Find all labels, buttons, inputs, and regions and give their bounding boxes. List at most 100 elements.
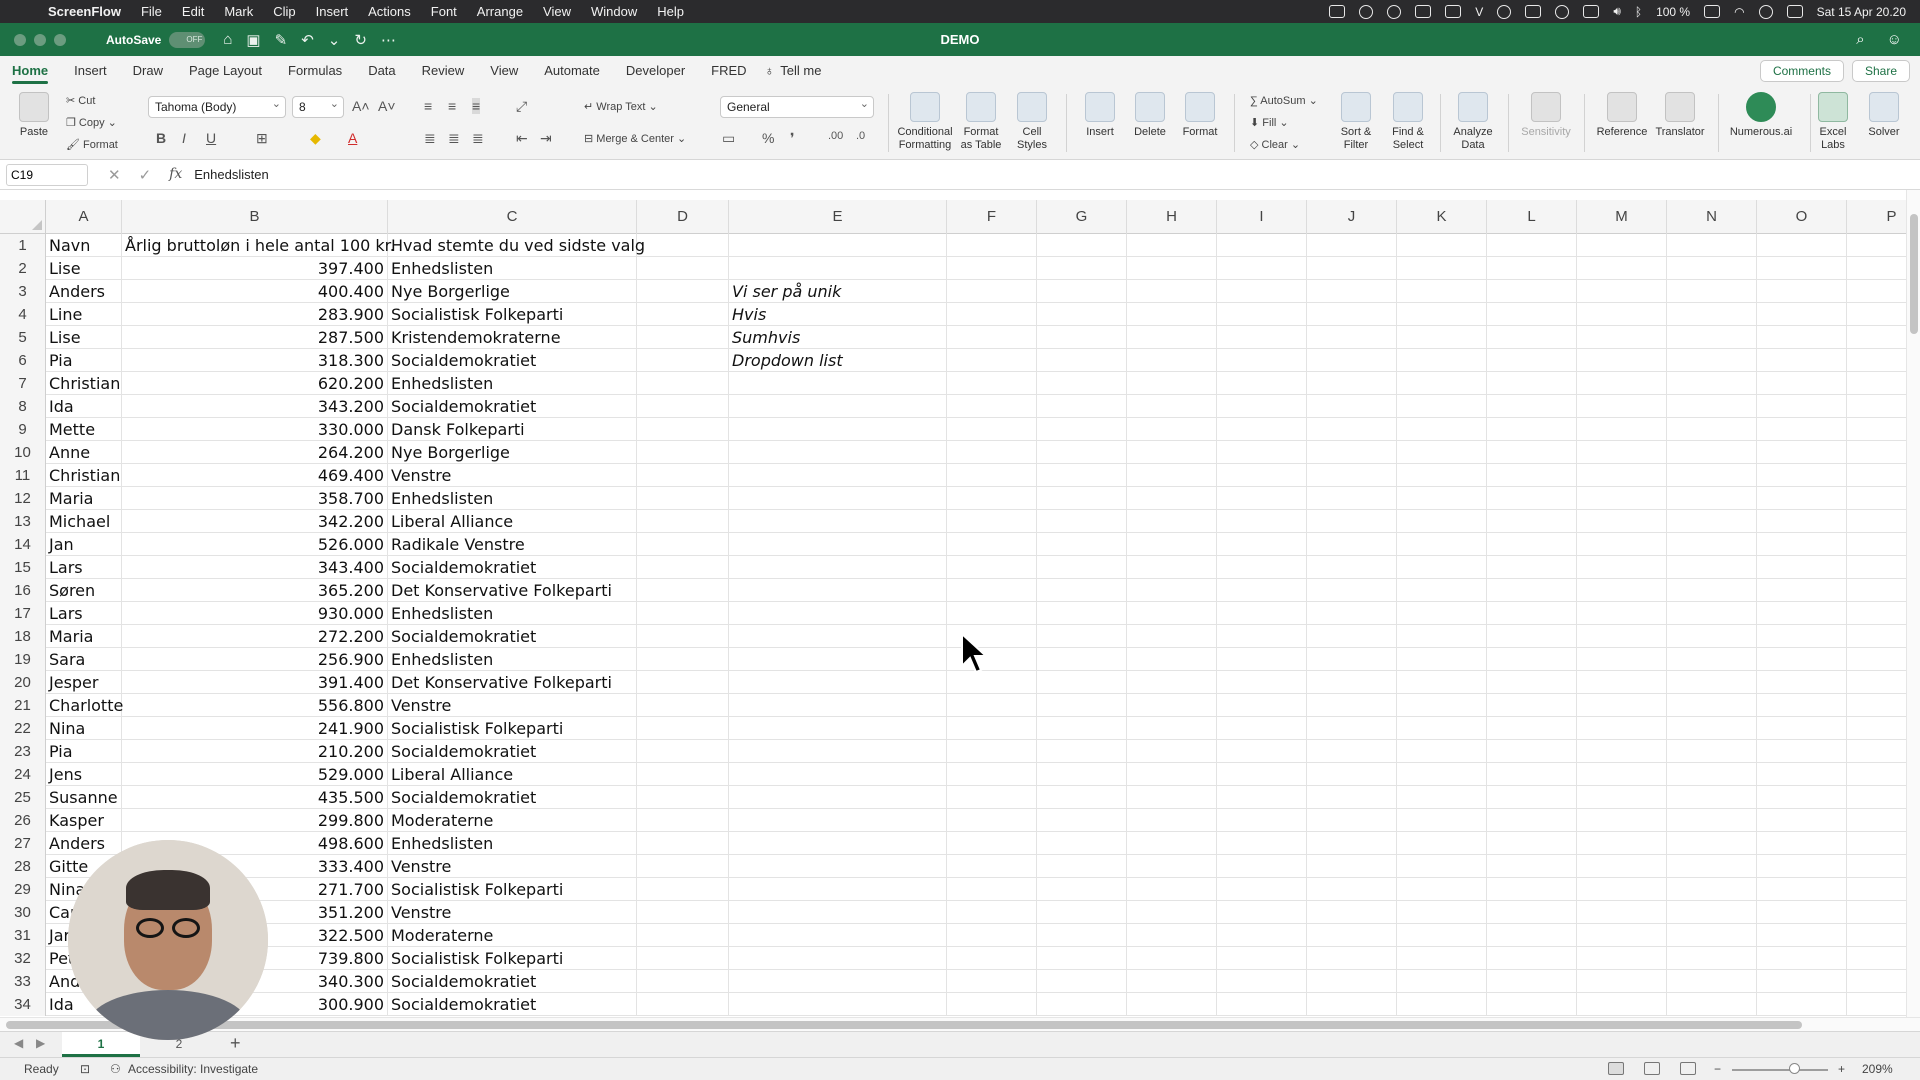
grid-cell[interactable]	[1487, 993, 1577, 1016]
grid-cell[interactable]	[1127, 878, 1217, 901]
menu-font[interactable]: Font	[431, 4, 457, 19]
grid-cell[interactable]	[1037, 234, 1127, 257]
grid-cell[interactable]	[1667, 602, 1757, 625]
menu-file[interactable]: File	[141, 4, 162, 19]
tab-data[interactable]: Data	[368, 56, 395, 86]
grid-cell[interactable]	[1577, 924, 1667, 947]
column-header[interactable]: A	[46, 200, 122, 234]
grid-cell[interactable]	[1217, 832, 1307, 855]
grid-cell[interactable]	[637, 418, 729, 441]
name-box[interactable]: C19	[6, 163, 88, 186]
grid-cell[interactable]	[1307, 924, 1397, 947]
zoom-in-icon[interactable]: +	[1838, 1062, 1845, 1076]
menu-mark[interactable]: Mark	[224, 4, 253, 19]
grid-cell[interactable]	[1757, 717, 1847, 740]
column-header[interactable]: G	[1037, 200, 1127, 234]
grid-cell[interactable]	[1127, 694, 1217, 717]
grid-cell[interactable]	[637, 280, 729, 303]
cell-name[interactable]: Ida	[46, 395, 122, 418]
grid-cell[interactable]	[1307, 602, 1397, 625]
window-zoom-button[interactable]	[54, 33, 66, 46]
grid-cell[interactable]	[1667, 533, 1757, 556]
grid-cell[interactable]	[1577, 809, 1667, 832]
row-header[interactable]: 22	[0, 717, 46, 740]
increase-decimal-icon[interactable]: .00	[828, 130, 843, 142]
grid-cell[interactable]	[1577, 625, 1667, 648]
tab-review[interactable]: Review	[422, 56, 465, 86]
grid-cell[interactable]	[1487, 786, 1577, 809]
grid-cell[interactable]	[1577, 970, 1667, 993]
grid-cell[interactable]	[1217, 970, 1307, 993]
column-header[interactable]: B	[122, 200, 388, 234]
grid-cell[interactable]	[1307, 395, 1397, 418]
grid-cell[interactable]	[1667, 832, 1757, 855]
cell-vote[interactable]: Nye Borgerlige	[388, 441, 637, 464]
comma-style-icon[interactable]: ❜	[790, 130, 795, 147]
cell-salary[interactable]: 343.400	[122, 556, 388, 579]
grid-cell[interactable]	[1307, 694, 1397, 717]
cell-name[interactable]: Kasper	[46, 809, 122, 832]
volume-icon[interactable]: 🔊︎	[1613, 4, 1621, 19]
grid-cell[interactable]	[1127, 280, 1217, 303]
grid-cell[interactable]	[1397, 579, 1487, 602]
grid-cell[interactable]	[637, 947, 729, 970]
grid-cell[interactable]	[1217, 717, 1307, 740]
merge-center-button[interactable]: ⊟ Merge & Center ⌄	[584, 132, 686, 145]
grid-cell[interactable]	[637, 349, 729, 372]
grid-cell[interactable]	[1667, 694, 1757, 717]
column-header[interactable]: J	[1307, 200, 1397, 234]
grid-cell[interactable]	[1397, 280, 1487, 303]
grid-cell[interactable]	[1487, 901, 1577, 924]
grid-cell[interactable]	[1487, 303, 1577, 326]
grid-cell[interactable]	[1397, 786, 1487, 809]
grid-cell[interactable]	[1757, 395, 1847, 418]
grid-cell[interactable]	[1757, 625, 1847, 648]
cell-vote[interactable]: Det Konservative Folkeparti	[388, 671, 637, 694]
save-icon[interactable]: ▣	[246, 31, 260, 49]
format-painter-button[interactable]: 🖌︎ Format	[66, 138, 118, 151]
page-layout-view-icon[interactable]	[1644, 1062, 1660, 1075]
cell-salary[interactable]: 365.200	[122, 579, 388, 602]
grid-cell[interactable]	[1307, 372, 1397, 395]
row-header[interactable]: 7	[0, 372, 46, 395]
row-header[interactable]: 1	[0, 234, 46, 257]
grid-cell[interactable]	[947, 947, 1037, 970]
cell-vote[interactable]: Radikale Venstre	[388, 533, 637, 556]
chevron-down-icon[interactable]: ⌄	[328, 31, 341, 49]
grid-cell[interactable]	[729, 855, 947, 878]
column-header[interactable]: E	[729, 200, 947, 234]
accessibility-status[interactable]: Accessibility: Investigate	[128, 1062, 258, 1076]
grid-cell[interactable]	[637, 763, 729, 786]
grid-cell[interactable]	[729, 533, 947, 556]
cell-salary[interactable]: 210.200	[122, 740, 388, 763]
grid-cell[interactable]	[1307, 326, 1397, 349]
grid-cell[interactable]	[1037, 533, 1127, 556]
row-header[interactable]: 9	[0, 418, 46, 441]
grid-cell[interactable]	[1217, 924, 1307, 947]
window-close-button[interactable]	[14, 33, 26, 46]
grid-cell[interactable]	[1577, 441, 1667, 464]
grid-cell[interactable]	[1667, 234, 1757, 257]
cut-button[interactable]: ✂ Cut	[66, 94, 95, 107]
grid-cell[interactable]	[1037, 993, 1127, 1016]
grid-cell[interactable]	[1577, 303, 1667, 326]
menu-app-name[interactable]: ScreenFlow	[48, 4, 121, 19]
cell-name[interactable]: Lise	[46, 257, 122, 280]
cell-name[interactable]: Susanne	[46, 786, 122, 809]
sensitivity-button[interactable]: Sensitivity	[1518, 92, 1574, 139]
fill-button[interactable]: ⬇ Fill ⌄	[1250, 116, 1289, 129]
grid-cell[interactable]	[1127, 924, 1217, 947]
grid-cell[interactable]	[1577, 533, 1667, 556]
font-size-select[interactable]: 8	[292, 94, 344, 118]
find-select-button[interactable]: Find & Select	[1386, 92, 1430, 152]
grid-cell[interactable]	[947, 855, 1037, 878]
normal-view-icon[interactable]	[1608, 1062, 1624, 1075]
grid-cell[interactable]	[1397, 234, 1487, 257]
grid-cell[interactable]	[729, 418, 947, 441]
grid-cell[interactable]	[1397, 510, 1487, 533]
grid-cell[interactable]	[729, 671, 947, 694]
grid-cell[interactable]	[729, 809, 947, 832]
grid-cell[interactable]	[1037, 901, 1127, 924]
grid-cell[interactable]	[1577, 510, 1667, 533]
grid-cell[interactable]	[1397, 740, 1487, 763]
